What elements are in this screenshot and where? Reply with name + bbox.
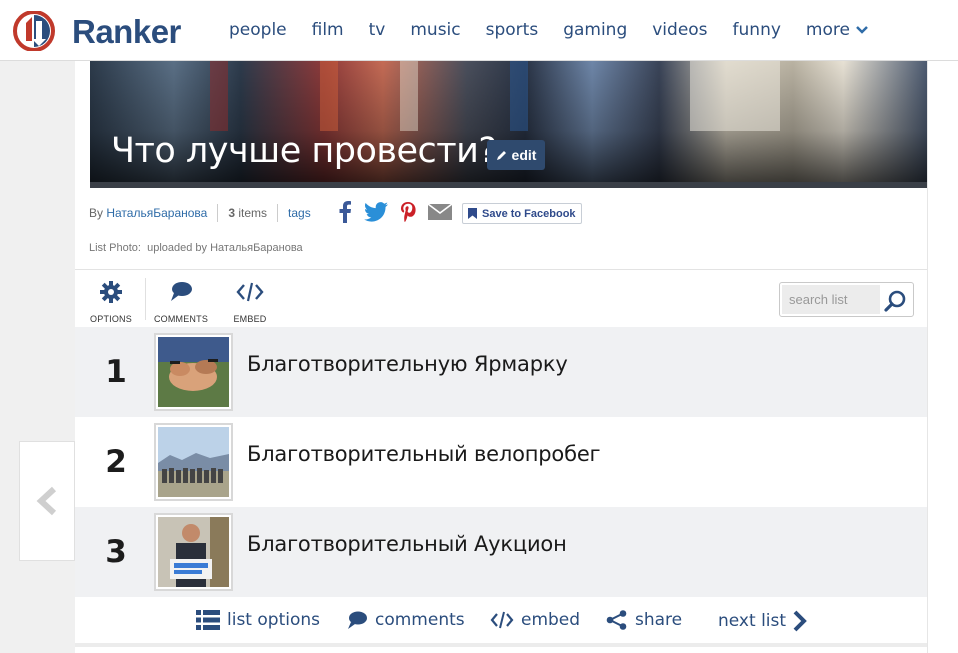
embed-action-label: embed [521,610,581,630]
comments-button[interactable]: COMMENTS [153,276,209,324]
share-icons [338,201,452,223]
item-title[interactable]: Благотворительный Аукцион [247,532,567,556]
bookmark-icon [468,208,477,219]
options-button[interactable]: OPTIONS [85,276,137,324]
edit-label: edit [511,147,537,163]
share-icon [606,610,627,630]
left-gutter [0,61,75,653]
search-list-input[interactable] [782,285,880,314]
pencil-icon [496,151,506,160]
ranker-logo-icon [13,10,55,52]
edit-button[interactable]: edit [487,140,545,170]
pinterest-icon[interactable] [400,202,416,222]
item-thumbnail[interactable] [154,423,233,501]
item-rank: 2 [105,444,127,480]
list-options-button[interactable]: list options [196,610,320,630]
twitter-icon[interactable] [364,202,388,222]
item-image [158,427,229,497]
nav-tv[interactable]: tv [369,20,386,40]
items-count: 3 items [228,206,268,220]
nav-music[interactable]: music [410,20,460,40]
list-content: Что лучше провести? edit By НатальяБаран… [75,61,927,653]
previous-list-arrow[interactable] [19,441,75,561]
item-title[interactable]: Благотворительный велопробег [247,442,601,466]
nav-more[interactable]: more [806,20,868,40]
share-button[interactable]: share [606,610,682,630]
item-image [158,517,229,587]
top-navigation: Ranker people film tv music sports gamin… [0,0,958,61]
tags-link[interactable]: tags [288,206,311,220]
embed-action-button[interactable]: embed [490,610,580,630]
chevron-left-icon [36,486,57,516]
code-icon [490,611,514,629]
gear-icon [100,281,122,303]
code-icon [236,282,264,302]
embed-button[interactable]: EMBED [225,276,275,324]
nav-more-label: more [805,20,850,40]
facebook-icon[interactable] [338,201,352,223]
hero-banner: Что лучше провести? edit [90,61,927,188]
nav-film[interactable]: film [312,20,344,40]
item-thumbnail[interactable] [154,333,233,411]
author-link[interactable]: НатальяБаранова [106,206,207,220]
main-nav: people film tv music sports gaming video… [229,20,893,40]
item-thumbnail[interactable] [154,513,233,591]
email-icon[interactable] [428,204,452,220]
next-list-button[interactable]: next list [718,610,807,632]
comments-label: COMMENTS [153,314,209,324]
byline: By НатальяБаранова 3 items tags [89,204,311,222]
share-label: share [635,610,683,630]
photo-credit: List Photo: uploaded by НатальяБаранова [89,242,303,254]
speech-bubble-icon [348,611,367,629]
nav-gaming[interactable]: gaming [563,20,627,40]
list-item[interactable]: 2 Благотворительный велопробег [75,417,927,507]
nav-sports[interactable]: sports [486,20,539,40]
list-item[interactable]: 1 Благотворительную Ярмарку [75,327,927,417]
embed-label: EMBED [233,314,267,324]
ranker-logo[interactable]: Ranker [12,10,202,52]
item-title[interactable]: Благотворительную Ярмарку [247,352,568,376]
bottom-action-bar: list options comments embed share next l… [75,597,927,647]
list-toolbar: OPTIONS COMMENTS EMBED [75,269,927,327]
speech-bubble-icon [171,282,192,301]
nav-funny[interactable]: funny [733,20,781,40]
chevron-down-icon [856,26,868,34]
comments-action-label: comments [375,610,465,630]
item-image [158,337,229,407]
list-title: Что лучше провести? [111,131,497,171]
item-rank: 3 [105,534,127,570]
list-item[interactable]: 3 Благотворительный Аукцион [75,507,927,597]
nav-videos[interactable]: videos [652,20,707,40]
search-list-box [779,282,914,317]
options-label: OPTIONS [90,314,132,324]
byline-prefix: By [89,206,104,220]
search-icon[interactable] [884,289,908,313]
save-to-facebook-button[interactable]: Save to Facebook [462,203,582,224]
next-list-label: next list [718,611,787,631]
right-gutter [927,61,958,653]
nav-people[interactable]: people [229,20,287,40]
chevron-right-icon [793,610,807,632]
brand-name: Ranker [72,13,181,50]
comments-action-button[interactable]: comments [346,610,465,630]
list-options-label: list options [227,610,320,630]
save-label: Save to Facebook [482,207,576,220]
item-rank: 1 [105,354,127,390]
list-icon [196,610,220,630]
